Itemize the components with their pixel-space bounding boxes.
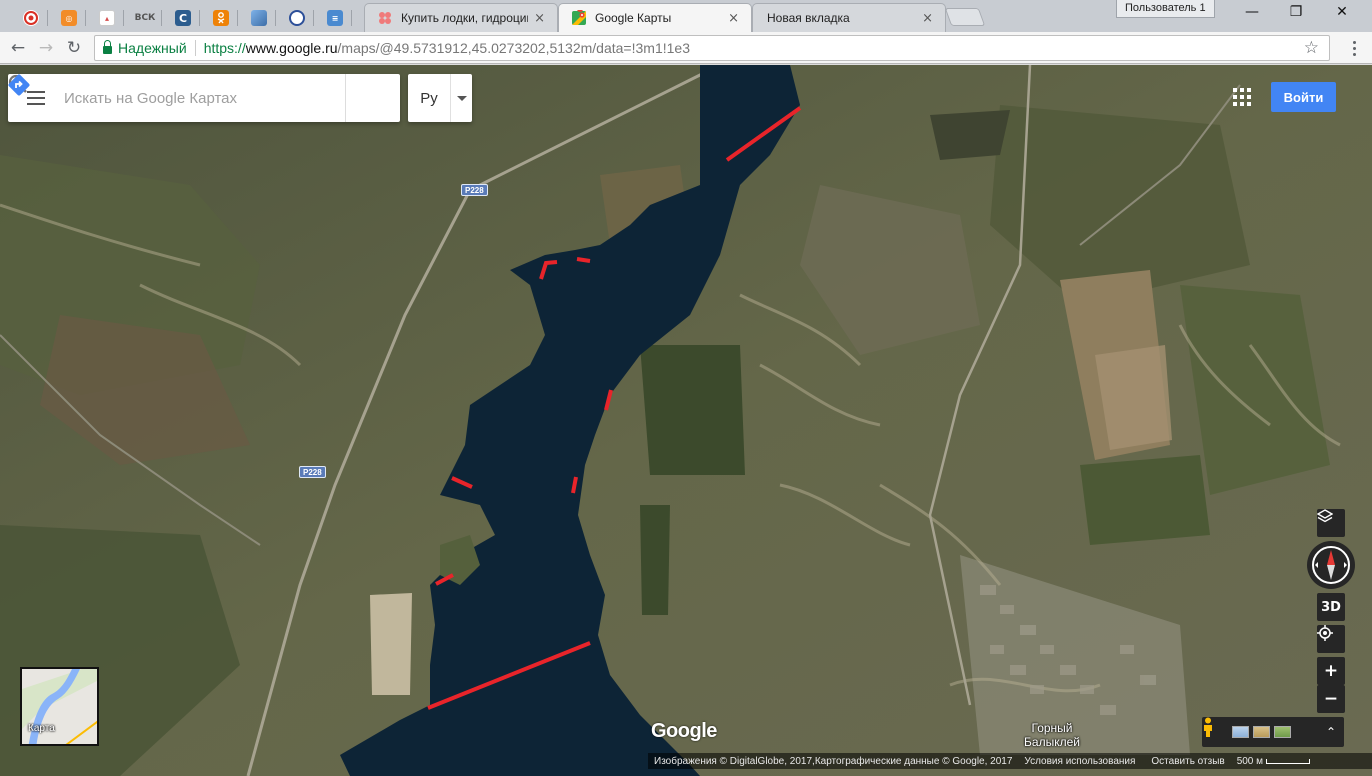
- tab-boats[interactable]: Купить лодки, гидроцик ×: [364, 3, 558, 32]
- close-icon[interactable]: ×: [534, 11, 545, 26]
- satellite-map[interactable]: P228 P228 Горный Балыклей Ру Войти 3D +: [0, 65, 1372, 776]
- lock-icon: [103, 39, 112, 54]
- picture-icon: [251, 10, 267, 26]
- tab-title: Google Карты: [595, 11, 672, 25]
- tab-google-maps[interactable]: Google Карты ×: [558, 3, 752, 32]
- scale-label: 500 м: [1236, 755, 1264, 767]
- pegman-icon[interactable]: [1202, 717, 1214, 737]
- browser-menu-button[interactable]: [1344, 36, 1364, 60]
- language-select[interactable]: Ру: [408, 74, 472, 122]
- pinned-tab-picture[interactable]: [242, 4, 276, 32]
- pinned-tab-ok[interactable]: ◎: [52, 4, 86, 32]
- profile-button[interactable]: Пользователь 1: [1116, 0, 1215, 18]
- tab-title: Новая вкладка: [767, 11, 850, 25]
- feedback-link[interactable]: Оставить отзыв: [1141, 756, 1230, 767]
- expand-icon[interactable]: ⌃: [1326, 725, 1344, 739]
- minimap-image: [22, 669, 97, 744]
- url-host: www.google.ru: [245, 40, 338, 56]
- town-label: Горный Балыклей: [1024, 721, 1080, 749]
- close-window-button[interactable]: ✕: [1322, 4, 1362, 24]
- forward-button[interactable]: →: [34, 36, 58, 60]
- close-icon[interactable]: ×: [922, 11, 933, 26]
- search-button[interactable]: [8, 74, 346, 122]
- odnoklassniki-icon: [213, 10, 229, 26]
- search-panel: [8, 74, 400, 122]
- map-type-toggle[interactable]: Карта: [20, 667, 99, 746]
- ok-orange-icon: ◎: [61, 10, 77, 26]
- pinned-tab-odnoklassniki[interactable]: [204, 4, 238, 32]
- address-bar[interactable]: Надежный https://www.google.ru/maps/@49.…: [94, 35, 1330, 61]
- imagery-thumb-sand[interactable]: [1253, 726, 1270, 738]
- restore-button[interactable]: ❐: [1276, 4, 1316, 24]
- directions-button[interactable]: [8, 74, 400, 122]
- pinned-tab-c[interactable]: C: [166, 4, 200, 32]
- apps-grid-icon[interactable]: [1233, 88, 1251, 106]
- directions-icon: [8, 74, 30, 96]
- tab-new-tab[interactable]: Новая вкладка ×: [752, 3, 946, 32]
- imagery-thumb-sky[interactable]: [1232, 726, 1249, 738]
- my-location-button[interactable]: [1317, 625, 1345, 653]
- blue-c-icon: C: [175, 10, 191, 26]
- vsk-icon: ВСК: [134, 13, 156, 23]
- zoom-in-button[interactable]: +: [1317, 657, 1345, 685]
- satellite-imagery: [0, 65, 1372, 776]
- browser-toolbar: ← → ↻ Надежный https://www.google.ru/map…: [0, 32, 1372, 64]
- map-footer: Изображения © DigitalGlobe, 2017,Картогр…: [648, 753, 1372, 769]
- pinned-tab-vsk[interactable]: ВСК: [128, 4, 162, 32]
- url-path: /maps/@49.5731912,45.0273202,5132m/data=…: [337, 40, 690, 56]
- minimap-label: Карта: [28, 723, 55, 734]
- globe-icon: [289, 10, 305, 26]
- layers-icon: [1317, 509, 1333, 523]
- doc-icon: ≡: [327, 10, 343, 26]
- new-tab-button[interactable]: [944, 8, 986, 26]
- scale-bar[interactable]: 500 м: [1231, 756, 1316, 767]
- google-maps-icon: [571, 6, 587, 26]
- language-value: Ру: [420, 89, 438, 107]
- bookmark-star-icon[interactable]: ☆: [1304, 38, 1319, 58]
- compass-icon: [1312, 546, 1350, 584]
- pinned-tab-bookmark[interactable]: ▴: [90, 4, 124, 32]
- layers-button[interactable]: [1317, 509, 1345, 537]
- imagery-attribution: Изображения © DigitalGlobe, 2017,Картогр…: [654, 755, 1013, 767]
- road-label-p228: P228: [299, 466, 326, 478]
- chevron-down-icon: [450, 74, 472, 122]
- zoom-out-button[interactable]: −: [1317, 685, 1345, 713]
- bookmark-icon: ▴: [99, 10, 115, 26]
- terms-link[interactable]: Условия использования: [1018, 756, 1141, 767]
- reload-button[interactable]: ↻: [62, 36, 86, 60]
- tab-strip: ◎ ▴ ВСК C ≡ Купить лодки, гидроцик × Goo…: [0, 0, 1372, 32]
- pinned-tab-doc[interactable]: ≡: [318, 4, 352, 32]
- signin-button[interactable]: Войти: [1271, 82, 1336, 112]
- opera-icon: [23, 10, 39, 26]
- google-logo: Google: [651, 720, 717, 742]
- minimize-button[interactable]: —: [1232, 4, 1272, 24]
- compass-control[interactable]: [1307, 541, 1355, 589]
- url-protocol: https://: [203, 40, 246, 56]
- imagery-thumb-field[interactable]: [1274, 726, 1291, 738]
- road-label-p228: P228: [461, 184, 488, 196]
- flower-icon: [377, 10, 393, 26]
- secure-label: Надежный: [118, 40, 187, 56]
- pinned-tab-opera[interactable]: [14, 4, 48, 32]
- back-button[interactable]: ←: [6, 36, 30, 60]
- tilt-3d-button[interactable]: 3D: [1317, 593, 1345, 621]
- my-location-icon: [1317, 625, 1333, 641]
- tab-title: Купить лодки, гидроцик: [401, 11, 529, 25]
- street-view-bar: ⌃: [1202, 717, 1344, 747]
- pinned-tab-globe[interactable]: [280, 4, 314, 32]
- search-input[interactable]: [64, 89, 306, 107]
- close-icon[interactable]: ×: [728, 11, 739, 26]
